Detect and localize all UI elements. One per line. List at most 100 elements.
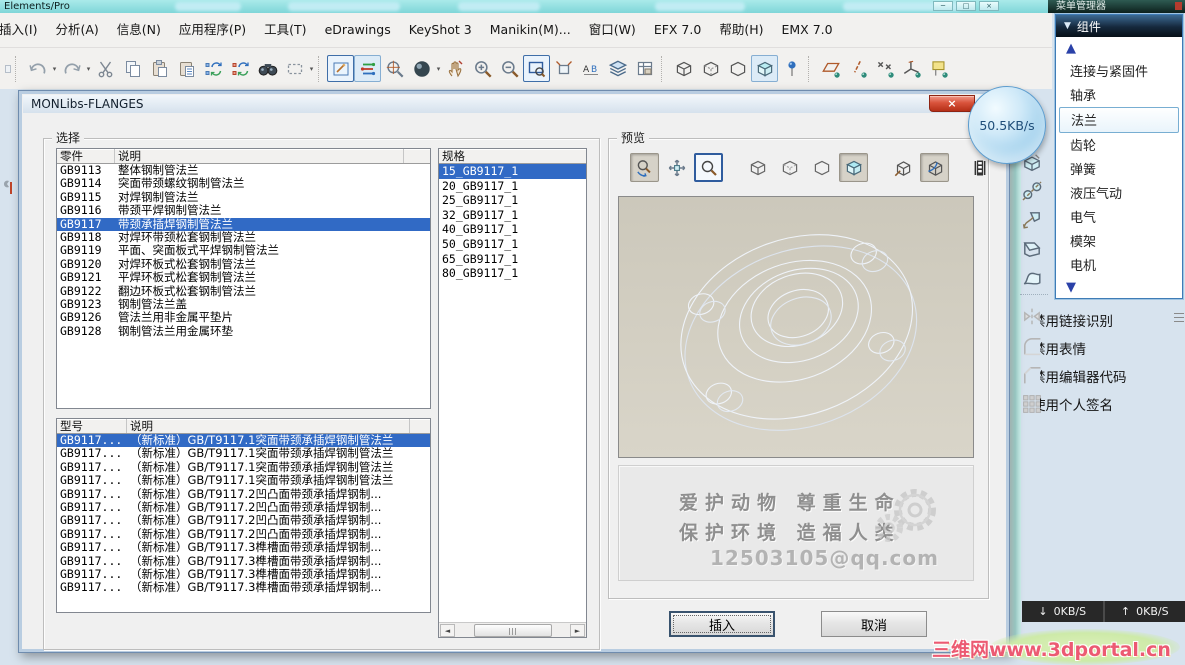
- preview-iso-icon[interactable]: [888, 153, 917, 182]
- layers-icon[interactable]: [604, 55, 631, 82]
- close-icon[interactable]: [1175, 2, 1182, 10]
- select-box-icon[interactable]: [281, 55, 308, 82]
- scroll-right-arrow-icon[interactable]: ►: [570, 624, 585, 637]
- refit-icon[interactable]: [550, 55, 577, 82]
- datum-plane-toggle-icon[interactable]: [817, 55, 844, 82]
- sidebar-item-齿轮[interactable]: 齿轮: [1056, 133, 1182, 157]
- regenerate-icon[interactable]: [200, 55, 227, 82]
- annotations-icon[interactable]: AB: [577, 55, 604, 82]
- sidebar-item-电气[interactable]: 电气: [1056, 204, 1182, 228]
- column-header[interactable]: 零件: [57, 149, 115, 163]
- select-dropdown-icon[interactable]: ▾: [308, 65, 315, 73]
- shaded-style-icon[interactable]: [408, 55, 435, 82]
- background-link[interactable]: 禁用编辑器代码: [1040, 364, 1182, 392]
- zoom-window-icon[interactable]: [523, 55, 550, 82]
- preview-no-hidden-icon[interactable]: [807, 153, 836, 182]
- table-row[interactable]: GB9117... （新标准）GB/T9117.3榫槽面带颈承插焊钢制...: [57, 541, 430, 554]
- speed-bubble[interactable]: 50.5KB/s: [968, 86, 1046, 164]
- preview-shaded-icon[interactable]: [839, 153, 868, 182]
- table-row[interactable]: GB9117... （新标准）GB/T9117.2凹凸面带颈承插焊钢制...: [57, 488, 430, 501]
- list-item[interactable]: 65_GB9117_1: [439, 252, 586, 267]
- doc-partial-icon[interactable]: [0, 55, 12, 82]
- view-no-hidden-icon[interactable]: [724, 55, 751, 82]
- revolve-icon[interactable]: [1018, 177, 1045, 204]
- sidebar-item-模架[interactable]: 模架: [1056, 228, 1182, 252]
- scrollbar-grip-icon[interactable]: [1174, 313, 1184, 325]
- preview-canvas[interactable]: [618, 196, 974, 458]
- list-item[interactable]: 25_GB9117_1: [439, 193, 586, 208]
- undo-dropdown-icon[interactable]: ▾: [51, 65, 58, 73]
- drag-hand-icon[interactable]: [442, 55, 469, 82]
- table-row[interactable]: GB9126 管法兰用非金属平垫片: [57, 311, 430, 324]
- annotation-toggle-icon[interactable]: [925, 55, 952, 82]
- menu-item[interactable]: EMX 7.0: [772, 13, 841, 47]
- list-item[interactable]: 32_GB9117_1: [439, 208, 586, 223]
- menu-item[interactable]: KeyShot 3: [400, 13, 481, 47]
- zoom-in-icon[interactable]: [469, 55, 496, 82]
- close-button[interactable]: ×: [979, 1, 999, 11]
- table-row[interactable]: GB9128 钢制管法兰用金属环垫: [57, 325, 430, 338]
- regenerate-auto-icon[interactable]: [227, 55, 254, 82]
- table-row[interactable]: GB9121 平焊环板式松套钢制管法兰: [57, 271, 430, 284]
- table-row[interactable]: GB9123 钢制管法兰盖: [57, 298, 430, 311]
- table-row[interactable]: GB9120 对焊环板式松套钢制管法兰: [57, 258, 430, 271]
- redo-icon[interactable]: [58, 55, 85, 82]
- sidebar-item-连接与紧固件[interactable]: 连接与紧固件: [1056, 59, 1182, 83]
- menu-manager-panel-header[interactable]: ▼ 组件: [1056, 15, 1182, 37]
- scroll-up-triangle-icon[interactable]: ▲: [1056, 37, 1182, 59]
- list-item[interactable]: 15_GB9117_1: [439, 164, 586, 179]
- menu-item[interactable]: 插入(I): [0, 13, 46, 47]
- menu-item[interactable]: 信息(N): [108, 13, 170, 47]
- background-link[interactable]: 使用个人签名: [1040, 392, 1182, 420]
- table-row[interactable]: GB9117... （新标准）GB/T9117.1突面带颈承插焊钢制管法兰: [57, 447, 430, 460]
- cut-icon[interactable]: [92, 55, 119, 82]
- table-row[interactable]: GB9119 平面、突面板式平焊钢制管法兰: [57, 244, 430, 257]
- table-row[interactable]: GB9117... （新标准）GB/T9117.2凹凸面带颈承插焊钢制...: [57, 514, 430, 527]
- sidebar-item-电机[interactable]: 电机: [1056, 252, 1182, 276]
- sidebar-item-弹簧[interactable]: 弹簧: [1056, 157, 1182, 181]
- view-hidden-line-icon[interactable]: [697, 55, 724, 82]
- zoom-out-icon[interactable]: [496, 55, 523, 82]
- background-link[interactable]: 禁用表情: [1040, 336, 1182, 364]
- table-row[interactable]: GB9117... （新标准）GB/T9117.1突面带颈承插焊钢制管法兰: [57, 474, 430, 487]
- datum-display-icon[interactable]: [354, 55, 381, 82]
- sidebar-item-液压气动[interactable]: 液压气动: [1056, 180, 1182, 204]
- preview-zoom-icon[interactable]: [694, 153, 723, 182]
- boundary-surface-icon[interactable]: [1018, 264, 1045, 291]
- preview-pan-icon[interactable]: [662, 153, 691, 182]
- sidebar-item-轴承[interactable]: 轴承: [1056, 83, 1182, 107]
- preview-spin-icon[interactable]: [630, 153, 659, 182]
- datum-point-toggle-icon[interactable]: [871, 55, 898, 82]
- datum-csys-toggle-icon[interactable]: [898, 55, 925, 82]
- find-icon[interactable]: [254, 55, 281, 82]
- table-row[interactable]: GB9114 突面带颈螺纹钢制管法兰: [57, 177, 430, 190]
- table-row[interactable]: GB9117... （新标准）GB/T9117.3榫槽面带颈承插焊钢制...: [57, 568, 430, 581]
- table-row[interactable]: GB9117... （新标准）GB/T9117.2凹凸面带颈承插焊钢制...: [57, 501, 430, 514]
- view-shaded-icon[interactable]: [751, 55, 778, 82]
- menu-item[interactable]: 应用程序(P): [170, 13, 255, 47]
- table-row[interactable]: GB9115 对焊钢制管法兰: [57, 191, 430, 204]
- scroll-down-triangle-icon[interactable]: ▼: [1056, 276, 1182, 298]
- table-row[interactable]: GB9117 带颈承插焊钢制管法兰: [57, 217, 430, 231]
- shaded-style-dropdown-icon[interactable]: ▾: [435, 65, 442, 73]
- column-header[interactable]: 型号: [57, 419, 127, 433]
- table-row[interactable]: GB9117... （新标准）GB/T9117.1突面带颈承插焊钢制管法兰: [57, 461, 430, 474]
- minimize-button[interactable]: ─: [933, 1, 953, 11]
- table-row[interactable]: GB9117... （新标准）GB/T9117.3榫槽面带颈承插焊钢制...: [57, 581, 430, 594]
- view-wireframe-icon[interactable]: [670, 55, 697, 82]
- table-row[interactable]: GB9118 对焊环带颈松套钢制管法兰: [57, 231, 430, 244]
- blend-icon[interactable]: [1018, 235, 1045, 262]
- menu-item[interactable]: 窗口(W): [580, 13, 645, 47]
- table-row[interactable]: GB9117... （新标准）GB/T9117.1突面带颈承插焊钢制管法兰: [57, 434, 430, 448]
- sketch-display-icon[interactable]: [327, 55, 354, 82]
- maximize-button[interactable]: □: [956, 1, 976, 11]
- clipped-tool-icon[interactable]: [0, 176, 12, 202]
- dialog-titlebar[interactable]: MONLibs-FLANGES ×: [23, 95, 1005, 114]
- dialog-close-button[interactable]: ×: [929, 95, 975, 112]
- menu-item[interactable]: 帮助(H): [710, 13, 772, 47]
- view-manager-icon[interactable]: [631, 55, 658, 82]
- column-header[interactable]: 说明: [115, 149, 404, 163]
- list-item[interactable]: 80_GB9117_1: [439, 266, 586, 281]
- list-item[interactable]: 40_GB9117_1: [439, 222, 586, 237]
- zoom-center-icon[interactable]: [381, 55, 408, 82]
